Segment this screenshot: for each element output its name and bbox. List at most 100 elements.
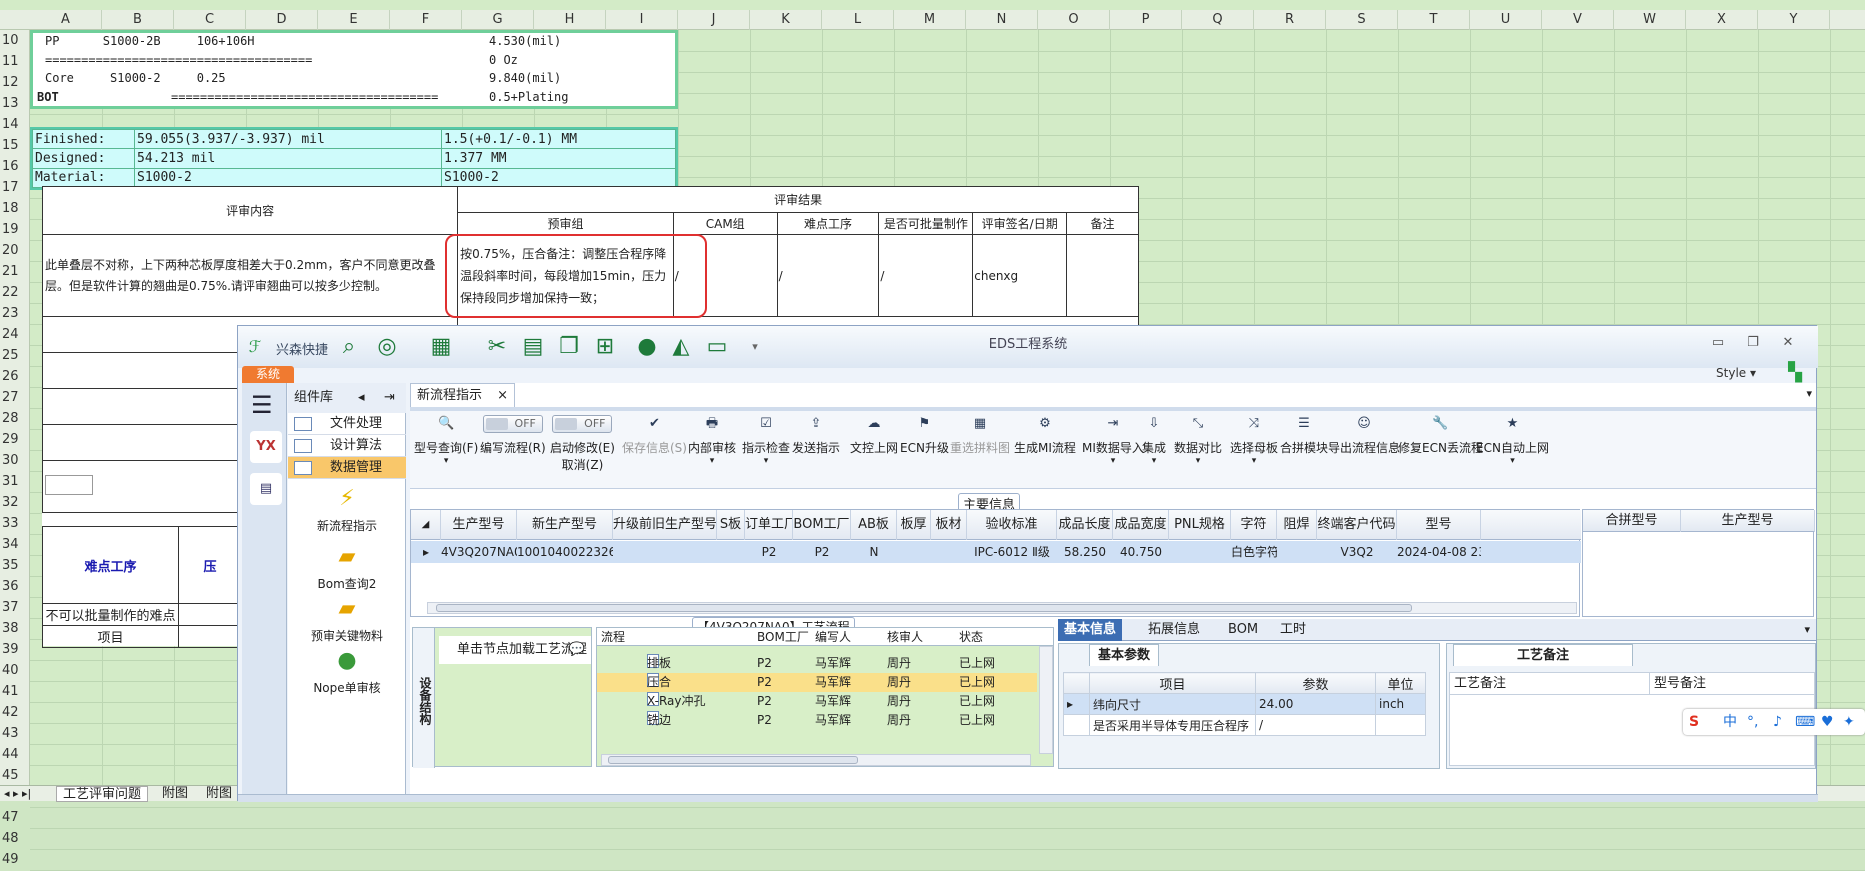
column-letter[interactable]: A: [30, 10, 102, 30]
column-letter[interactable]: L: [822, 10, 894, 30]
column-header[interactable]: 成品长度: [1057, 510, 1113, 540]
row-number[interactable]: 22: [0, 282, 30, 303]
spec-table[interactable]: Finished: 59.055(3.937/-3.937) mil 1.5(+0.…: [30, 127, 678, 190]
tab-work-hours[interactable]: 工时: [1274, 619, 1312, 641]
row-number[interactable]: 20: [0, 240, 30, 261]
process-row[interactable]: 铣边 P2 马军辉 周丹 已上网: [597, 711, 1037, 730]
chevron-down-icon[interactable]: ▾: [1230, 456, 1278, 466]
difficulty-table[interactable]: 难点工序压 不可以批量制作的难点 项目: [42, 526, 242, 648]
row-number[interactable]: 14: [0, 114, 30, 135]
column-letter[interactable]: Y: [1758, 10, 1830, 30]
row-number[interactable]: 13: [0, 93, 30, 114]
yx-module-icon[interactable]: YX: [250, 431, 282, 463]
ribbon-button-6[interactable]: ⇪ 发送指示: [792, 415, 840, 456]
column-header[interactable]: 升级前旧生产型号: [613, 510, 717, 540]
horizontal-scrollbar[interactable]: [601, 754, 1031, 766]
column-header[interactable]: 生产型号: [441, 510, 517, 540]
ribbon-button-15[interactable]: ☰ 合拼模块: [1280, 415, 1328, 456]
column-header[interactable]: 订单工厂: [745, 510, 793, 540]
column-letter[interactable]: H: [534, 10, 606, 30]
row-number[interactable]: 48: [0, 828, 30, 849]
row-number[interactable]: 45: [0, 765, 30, 786]
load-process-hint[interactable]: 单击节点加载工艺流程 💬: [439, 636, 591, 664]
column-header[interactable]: BOM工厂: [793, 510, 851, 540]
collapse-arrow-icon[interactable]: ◂: [358, 383, 365, 413]
column-letter[interactable]: Q: [1182, 10, 1254, 30]
calendar-tool-icon[interactable]: ▤: [250, 473, 282, 505]
chevron-down-icon[interactable]: ▾: [1476, 456, 1549, 466]
chevron-down-icon[interactable]: ▾: [742, 456, 790, 466]
column-letter[interactable]: J: [678, 10, 750, 30]
column-letter[interactable]: O: [1038, 10, 1110, 30]
style-menu[interactable]: Style ▾: [1716, 366, 1756, 380]
tool-nope-review[interactable]: ● Nope单审核: [288, 647, 406, 696]
row-number[interactable]: 15: [0, 135, 30, 156]
sogou-logo-icon[interactable]: S: [1689, 712, 1699, 732]
chevron-down-icon[interactable]: ▾: [414, 456, 478, 466]
grid-cell[interactable]: P2: [793, 541, 851, 563]
row-number[interactable]: 29: [0, 429, 30, 450]
chevron-down-icon[interactable]: ▾: [1806, 387, 1812, 400]
device-structure-tab[interactable]: 设备结构: [413, 628, 435, 768]
column-letter[interactable]: X: [1686, 10, 1758, 30]
column-letter[interactable]: C: [174, 10, 246, 30]
column-header[interactable]: 编写人: [815, 628, 851, 646]
ribbon-button-11[interactable]: ⇥ MI数据导入 ▾: [1082, 415, 1144, 466]
row-number[interactable]: 17: [0, 177, 30, 198]
film-icon[interactable]: ▤: [520, 334, 546, 360]
row-number[interactable]: 27: [0, 387, 30, 408]
ribbon-label[interactable]: 取消(Z): [550, 456, 615, 473]
keyboard-icon[interactable]: ⌨: [1795, 712, 1815, 732]
tab-basic-info[interactable]: 基本信息: [1058, 619, 1123, 641]
sheet-tab[interactable]: 工艺评审问题: [56, 786, 149, 802]
sheet-tab[interactable]: 附图: [202, 786, 236, 802]
column-letter[interactable]: K: [750, 10, 822, 30]
row-number[interactable]: 36: [0, 576, 30, 597]
chevron-down-icon[interactable]: ▾: [1174, 456, 1222, 466]
row-number[interactable]: 35: [0, 555, 30, 576]
chevron-down-icon[interactable]: ▾: [1798, 619, 1816, 641]
row-number[interactable]: 42: [0, 702, 30, 723]
vertical-scrollbar[interactable]: [1039, 646, 1053, 754]
lifebuoy-icon[interactable]: ◎: [374, 334, 400, 360]
column-letter[interactable]: W: [1614, 10, 1686, 30]
pin-icon[interactable]: ⇥: [384, 383, 395, 413]
ribbon-button-4[interactable]: 🖶 内部审核 ▾: [688, 415, 736, 466]
column-header[interactable]: 板厚: [897, 510, 931, 540]
row-number[interactable]: 26: [0, 366, 30, 387]
ime-language[interactable]: 中: [1723, 712, 1737, 732]
grid-cell[interactable]: [931, 541, 967, 563]
column-letter[interactable]: B: [102, 10, 174, 30]
toggle-off-switch[interactable]: OFF: [552, 415, 613, 433]
column-header[interactable]: 成品宽度: [1113, 510, 1169, 540]
column-letter[interactable]: U: [1470, 10, 1542, 30]
column-letter[interactable]: T: [1398, 10, 1470, 30]
tab-extended-info[interactable]: 拓展信息: [1142, 619, 1206, 641]
row-number[interactable]: 49: [0, 849, 30, 870]
grid-cell[interactable]: [717, 541, 745, 563]
column-header[interactable]: 型号备注: [1650, 673, 1814, 695]
column-header[interactable]: 工艺备注: [1450, 673, 1650, 695]
table-icon[interactable]: ▦: [428, 334, 454, 360]
column-letter[interactable]: E: [318, 10, 390, 30]
grid-cell[interactable]: [1169, 541, 1231, 563]
column-header[interactable]: 阻焊: [1277, 510, 1317, 540]
scroll-thumb[interactable]: [608, 756, 858, 764]
eds-window[interactable]: ℱ 兴森快捷 EDS工程系统 ⌕ ◎ ▦ ✂ ▤ ❐ ⊞ ● ◭ ▭ ▾ ▭ ❐…: [237, 325, 1818, 802]
params-table[interactable]: 项目 参数 单位 ▸ 纬向尺寸 24.00 inch 是否采用半导体专用压合程序 /: [1063, 672, 1426, 736]
column-letter[interactable]: R: [1254, 10, 1326, 30]
ribbon-button-13[interactable]: ⤡ 数据对比 ▾: [1174, 415, 1222, 466]
column-header[interactable]: 单位: [1375, 672, 1426, 694]
column-header[interactable]: S板: [717, 510, 745, 540]
doc-tab[interactable]: 新流程指示 ×: [410, 383, 515, 407]
ribbon-button-10[interactable]: ⚙ 生成MI流程: [1014, 415, 1076, 456]
column-header[interactable]: 字符: [1231, 510, 1277, 540]
row-number[interactable]: 21: [0, 261, 30, 282]
process-row[interactable]: X-Ray冲孔 P2 马军辉 周丹 已上网: [597, 692, 1037, 711]
column-letter[interactable]: N: [966, 10, 1038, 30]
row-number[interactable]: 31: [0, 471, 30, 492]
row-number[interactable]: 37: [0, 597, 30, 618]
grid-cell[interactable]: [897, 541, 931, 563]
row-number[interactable]: 33: [0, 513, 30, 534]
grid-cell[interactable]: 4V3Q207NA0: [441, 541, 517, 563]
